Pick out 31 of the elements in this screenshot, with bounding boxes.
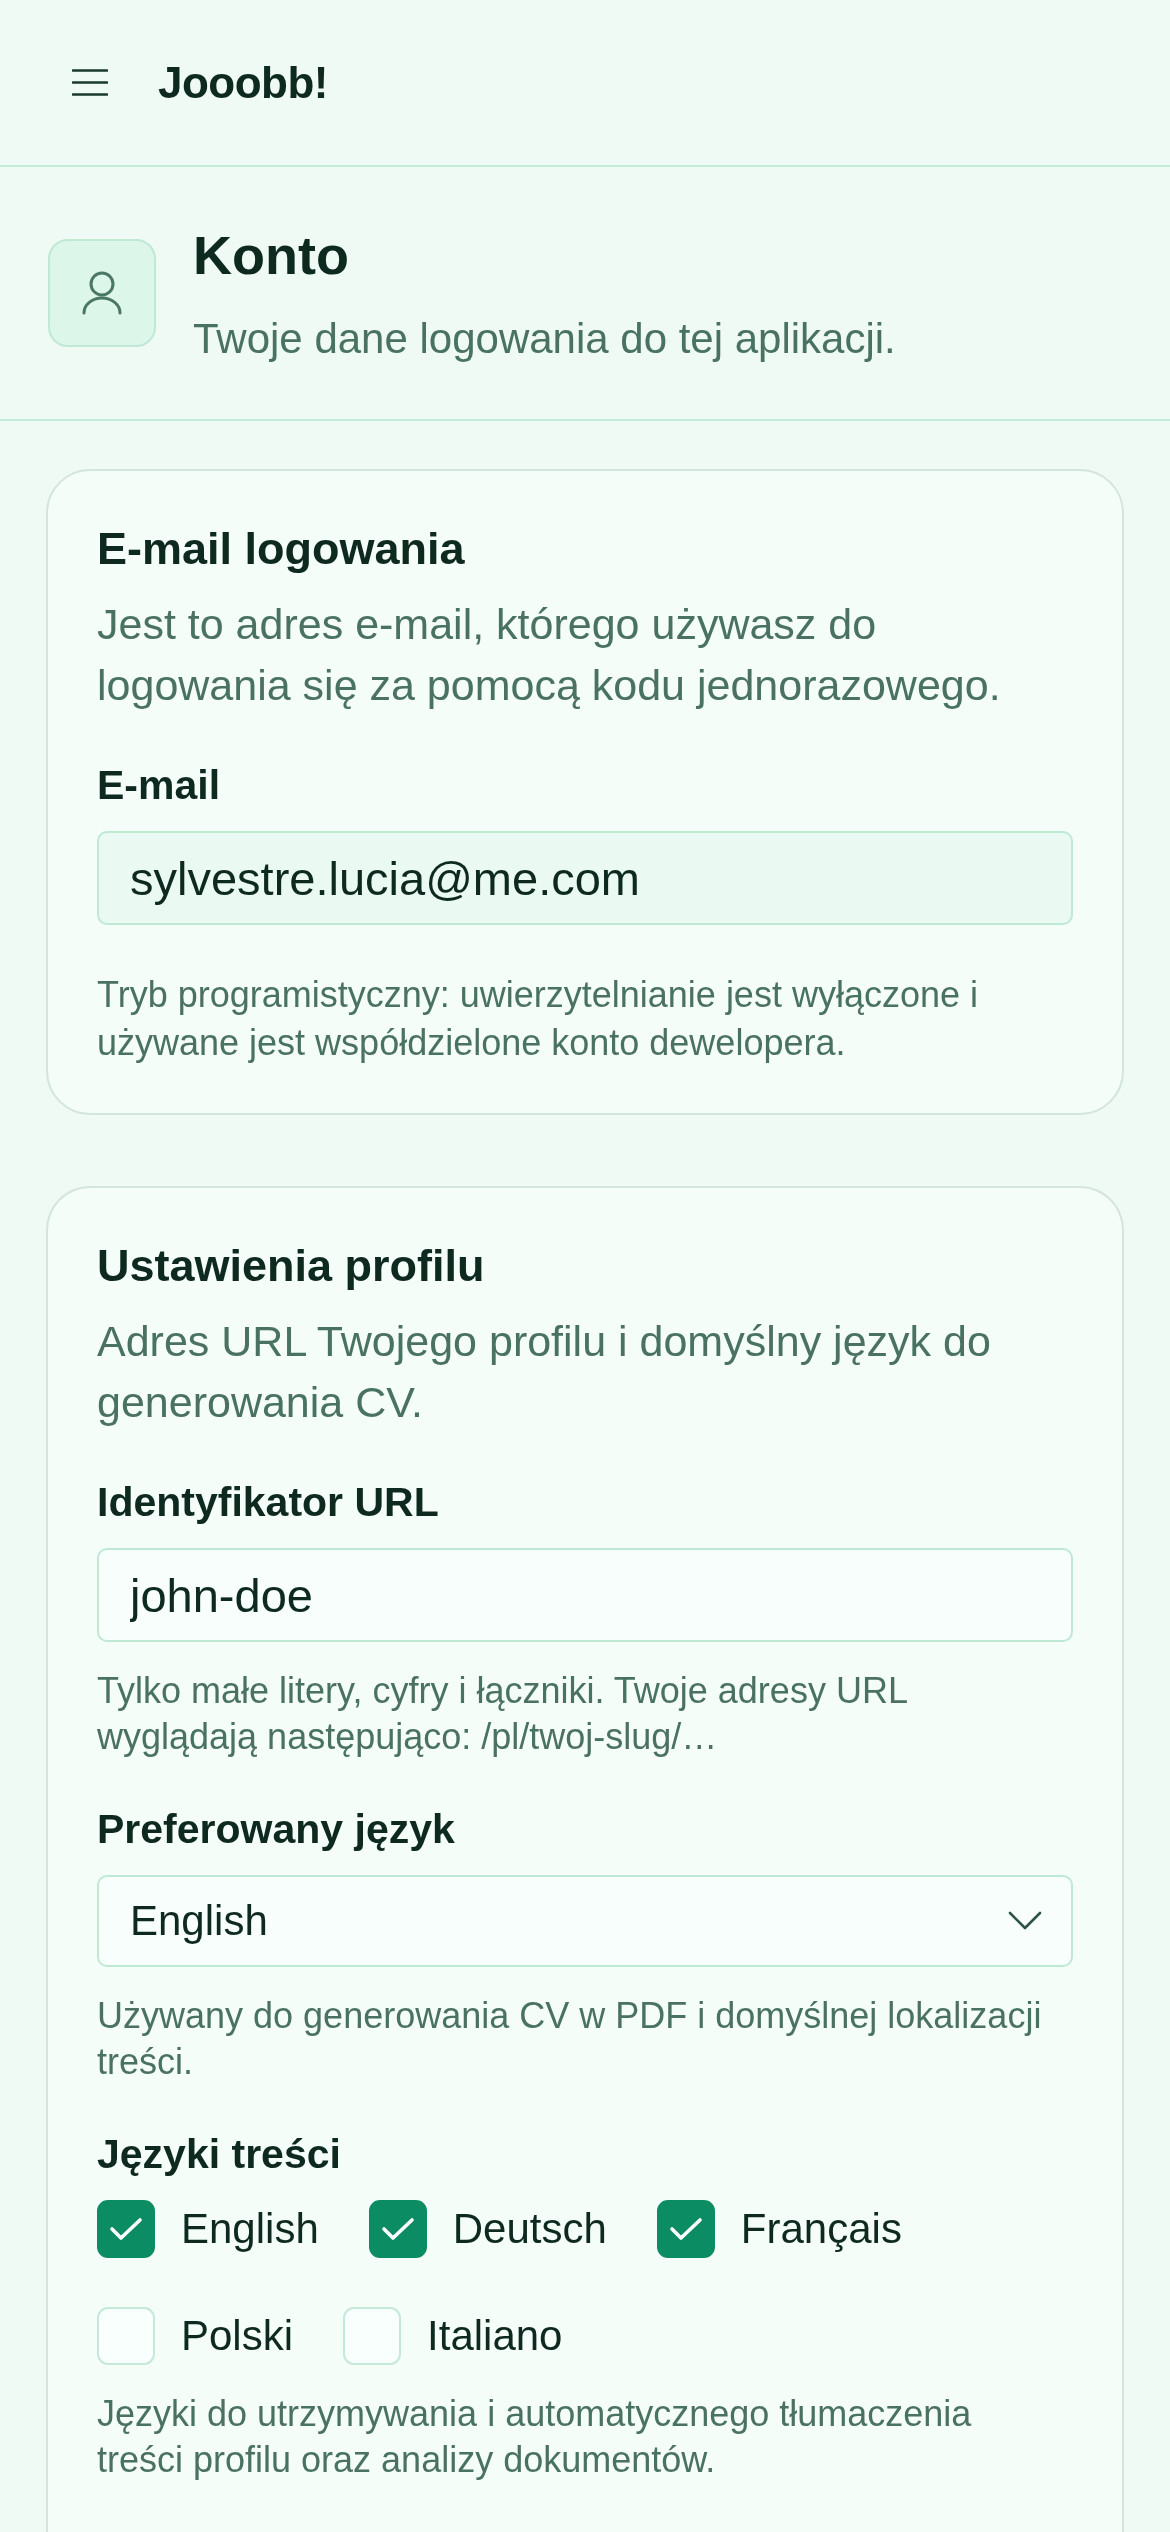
card-description: Jest to adres e-mail, którego używasz do logowania się za pomocą kodu jednorazowego. (97, 599, 1002, 711)
field-label: E-mail (97, 761, 222, 810)
checkbox[interactable] (97, 2200, 155, 2258)
app-name: Jooobb! (158, 56, 328, 109)
field-label: Języki treści (97, 2130, 342, 2179)
field-hint: Używany do generowania CV w PDF i domyślnej lokalizacji treści. (97, 1994, 1043, 2084)
checkbox-label: Deutsch (452, 2204, 607, 2254)
checkmark-icon (380, 2217, 415, 2241)
checkmark-icon (109, 2217, 143, 2241)
text-input[interactable]: sylvestre.lucia@me.com (97, 831, 1073, 925)
checkmark-icon (668, 2217, 703, 2241)
checkbox[interactable] (656, 2200, 715, 2258)
card-description: Adres URL Twojego profilu i domyślny język do generowania CV. (97, 1316, 992, 1428)
checkbox-label: Français (740, 2204, 902, 2254)
user-icon (48, 239, 156, 347)
checkbox[interactable] (368, 2200, 427, 2258)
field-hint: Tylko małe litery, cyfry i łączniki. Twoje adresy URL wyglądają następująco: /pl/twoj-slug/… (97, 1669, 908, 1759)
chevron-down-icon (1008, 1911, 1042, 1931)
page-subtitle: Twoje dane logowania do tej aplikacji. (193, 315, 896, 363)
page-title: Konto (193, 224, 349, 287)
language-select[interactable]: English (97, 1875, 1073, 1967)
card-title: Ustawienia profilu (97, 1239, 486, 1293)
checkbox-label: English (181, 2204, 319, 2254)
checkbox-label: Polski (181, 2311, 294, 2361)
card-title: E-mail logowania (97, 522, 466, 576)
field-label: Preferowany język (97, 1805, 456, 1854)
field-hint: Języki do utrzymywania i automatycznego tłumaczenia treści profilu oraz analizy dokumentów. (97, 2392, 973, 2482)
card-note: Tryb programistyczny: uwierzytelnianie jest wyłączone i używane jest współdzielone konto dewelopera. (97, 973, 979, 1065)
checkbox-label: Italiano (427, 2311, 563, 2361)
field-label: Identyfikator URL (97, 1478, 440, 1527)
menu-icon[interactable] (72, 69, 108, 96)
